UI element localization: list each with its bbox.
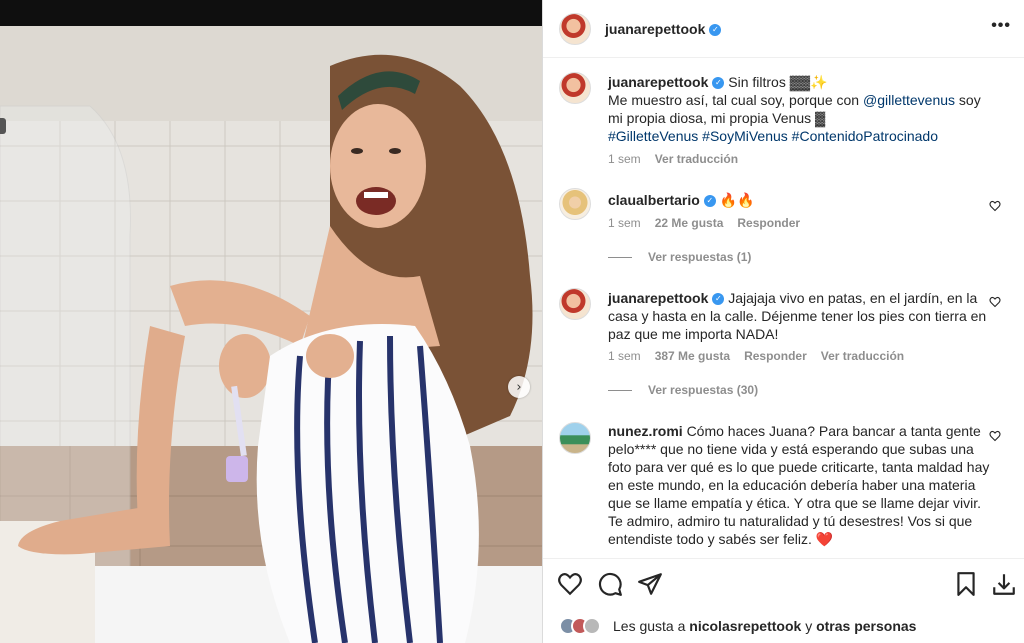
comment-username[interactable]: juanarepettook (608, 290, 708, 306)
comment-text: juanarepettook ✓ Jajajaja vivo en patas, … (608, 289, 993, 343)
bookmark-icon[interactable] (953, 571, 979, 597)
view-replies-label: Ver respuestas (30) (648, 383, 759, 397)
share-icon[interactable] (637, 571, 663, 597)
verified-icon: ✓ (712, 77, 725, 90)
action-bar (543, 558, 1024, 608)
caption-meta: 1 sem Ver traducción (608, 152, 752, 166)
comment-body: Cómo haces Juana? Para bancar a tanta ge… (608, 423, 990, 547)
comment-username[interactable]: claualbertario (608, 192, 700, 208)
comment-text: claualbertario ✓ 🔥🔥 (608, 191, 993, 209)
likes-middle: y (805, 617, 813, 634)
caption-line2: Me muestro así, tal cual soy, porque con (608, 92, 860, 108)
caption-line1: Sin filtros ▓▓✨ (728, 74, 828, 90)
heart-icon[interactable] (989, 200, 1001, 212)
like-count[interactable]: 22 Me gusta (655, 216, 724, 230)
likes-text: Les gusta a nicolasrepettook y otras per… (613, 618, 916, 634)
comment-text: nunez.romi Cómo haces Juana? Para bancar… (608, 422, 993, 548)
likes-others-link[interactable]: otras personas (816, 618, 916, 634)
next-photo-button[interactable]: › (508, 376, 530, 398)
like-count[interactable]: 387 Me gusta (655, 349, 730, 363)
comment-body: 🔥🔥 (719, 192, 755, 208)
avatar[interactable] (559, 288, 591, 320)
heart-icon[interactable] (557, 571, 583, 597)
more-icon[interactable]: ••• (991, 17, 1011, 35)
avatar[interactable] (559, 188, 591, 220)
comments-list: juanarepettook ✓ Sin filtros ▓▓✨ Me muest… (543, 58, 1024, 558)
heart-icon[interactable] (989, 296, 1001, 308)
avatar[interactable] (559, 72, 591, 104)
likes-user-link[interactable]: nicolasrepettook (689, 618, 801, 634)
post-header: juanarepettook ✓ ••• (543, 0, 1024, 58)
view-replies-button[interactable]: Ver respuestas (30) (608, 383, 758, 397)
reply-button[interactable]: Responder (737, 216, 800, 230)
avatar (583, 616, 601, 635)
hashtags[interactable]: #GilletteVenus #SoyMiVenus #ContenidoPat… (608, 128, 938, 144)
divider (608, 389, 632, 391)
verified-icon: ✓ (712, 293, 725, 306)
translate-link[interactable]: Ver traducción (655, 152, 738, 166)
scroll-indicator (0, 118, 6, 134)
comment-time: 1 sem (608, 349, 641, 363)
download-icon[interactable] (991, 571, 1017, 597)
view-replies-button[interactable]: Ver respuestas (1) (608, 250, 751, 264)
post-side-panel: juanarepettook ✓ ••• juanarepettook ✓ Sin … (542, 0, 1024, 643)
translate-link[interactable]: Ver traducción (821, 349, 904, 363)
caption-text: juanarepettook ✓ Sin filtros ▓▓✨ Me muest… (608, 73, 993, 145)
photo-image (0, 26, 542, 643)
caption-username[interactable]: juanarepettook (608, 74, 708, 90)
view-replies-label: Ver respuestas (1) (648, 250, 752, 264)
comment-meta: 1 sem 387 Me gusta Responder Ver traducción (608, 349, 918, 363)
chevron-right-icon: › (516, 379, 522, 395)
comment-meta: 1 sem 22 Me gusta Responder (608, 216, 814, 230)
post-photo[interactable]: › (0, 26, 542, 643)
mention-link[interactable]: @gillettevenus (863, 92, 955, 108)
caption-time: 1 sem (608, 152, 641, 166)
verified-icon: ✓ (709, 23, 722, 36)
divider (608, 256, 632, 258)
avatar[interactable] (559, 422, 591, 454)
likes-summary: Les gusta a nicolasrepettook y otras per… (543, 608, 1024, 643)
comment-time: 1 sem (608, 216, 641, 230)
comment-username[interactable]: nunez.romi (608, 423, 683, 439)
verified-icon: ✓ (703, 195, 716, 208)
comment-icon[interactable] (597, 571, 623, 597)
top-bar (0, 0, 542, 26)
reply-button[interactable]: Responder (744, 349, 807, 363)
avatar[interactable] (559, 12, 591, 45)
likes-prefix: Les gusta a (613, 617, 686, 634)
header-username[interactable]: juanarepettook ✓ (605, 21, 722, 37)
heart-icon[interactable] (989, 430, 1001, 442)
post-window: › juanarepettook ✓ ••• juanarepettook ✓ Si… (0, 0, 1024, 643)
